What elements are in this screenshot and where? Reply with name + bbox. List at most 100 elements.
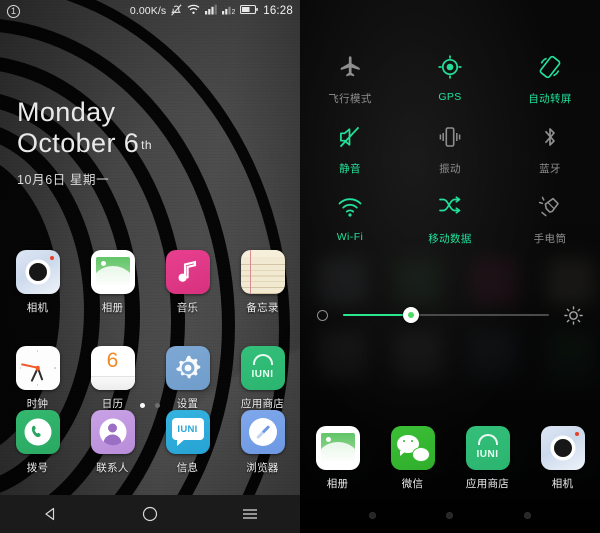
month-day-label: October 6 xyxy=(17,128,140,158)
mobile-data-icon xyxy=(435,192,465,222)
back-button-dimmed[interactable] xyxy=(369,512,377,519)
page-dot[interactable] xyxy=(155,403,160,408)
app-settings[interactable]: 设置 xyxy=(150,346,225,411)
back-triangle-icon[interactable] xyxy=(27,495,73,533)
toggle-label: 自动转屏 xyxy=(528,93,572,105)
toggle-grid: 飞行模式 GPS 自动转屏 静音 振动 蓝牙 Wi-Fi 移动数据 手电筒 xyxy=(300,52,600,262)
toggle-row-3: Wi-Fi 移动数据 手电筒 xyxy=(300,192,600,246)
toggle-label: 移动数据 xyxy=(428,233,472,245)
app-label: 相机 xyxy=(26,302,49,314)
battery-icon xyxy=(240,4,259,18)
signal-sim2-icon: 2 xyxy=(222,4,236,18)
notification-badge-icon: 1 xyxy=(7,4,20,18)
camera-icon[interactable] xyxy=(540,426,585,470)
app-label: 拨号 xyxy=(26,462,49,474)
toggle-mute[interactable]: 静音 xyxy=(300,122,400,176)
brightness-slider-knob[interactable] xyxy=(402,307,419,323)
signal-sim1-icon xyxy=(205,4,218,18)
brightness-slider-fill xyxy=(343,313,411,317)
app-row-2: 时钟 6 日历 设置 IUNI 应用商店 xyxy=(0,346,300,411)
app-calendar[interactable]: 6 日历 xyxy=(75,346,150,411)
app-label: 音乐 xyxy=(176,302,199,314)
toggle-flashlight[interactable]: 手电筒 xyxy=(500,192,600,246)
page-dot-active[interactable] xyxy=(140,403,145,408)
mute-bell-icon xyxy=(171,3,182,19)
camera-icon[interactable] xyxy=(15,250,60,294)
auto-rotate-icon xyxy=(535,52,565,82)
messages-icon[interactable]: IUNI xyxy=(165,410,210,454)
app-row-1: 相机 相册 音乐 备忘录 xyxy=(0,250,300,315)
app-store-brand-label: IUNI xyxy=(251,369,274,380)
quick-settings-dock: 相册 微信 IUNI 应用商店 相机 xyxy=(300,426,600,491)
app-camera[interactable]: 相机 xyxy=(0,250,75,315)
app-music[interactable]: 音乐 xyxy=(150,250,225,315)
app-store-icon[interactable]: IUNI xyxy=(240,346,285,390)
app-store-icon[interactable]: IUNI xyxy=(465,426,510,470)
toggle-label: 飞行模式 xyxy=(328,93,372,105)
app-gallery[interactable]: 相册 xyxy=(300,426,375,491)
browser-compass-icon[interactable] xyxy=(240,410,285,454)
app-label: 信息 xyxy=(176,462,199,474)
wifi-icon xyxy=(335,192,365,222)
gallery-icon[interactable] xyxy=(90,250,135,294)
app-store[interactable]: IUNI 应用商店 xyxy=(225,346,300,411)
app-store-brand-label: IUNI xyxy=(476,449,499,460)
page-indicator[interactable] xyxy=(0,403,300,408)
home-dock: 拨号 联系人 IUNI 信息 浏览器 xyxy=(0,410,300,475)
home-screen-panel: 1 0.00K/s 2 16:28 Monday October 6 th 10… xyxy=(0,0,300,533)
app-gallery[interactable]: 相册 xyxy=(75,250,150,315)
wechat-icon[interactable] xyxy=(390,426,435,470)
svg-text:2: 2 xyxy=(232,9,236,15)
clock-icon[interactable] xyxy=(15,346,60,390)
phone-icon[interactable] xyxy=(15,410,60,454)
home-button-dimmed[interactable] xyxy=(446,512,454,519)
toggle-airplane-mode[interactable]: 飞行模式 xyxy=(300,52,400,106)
app-browser[interactable]: 浏览器 xyxy=(225,410,300,475)
app-wechat[interactable]: 微信 xyxy=(375,426,450,491)
low-brightness-icon xyxy=(317,309,328,321)
dual-screenshot: 1 0.00K/s 2 16:28 Monday October 6 th 10… xyxy=(0,0,600,533)
app-memo[interactable]: 备忘录 xyxy=(225,250,300,315)
airplane-icon xyxy=(335,52,365,82)
settings-gear-icon[interactable] xyxy=(165,346,210,390)
music-icon[interactable] xyxy=(165,250,210,294)
toggle-auto-rotate[interactable]: 自动转屏 xyxy=(500,52,600,106)
dimmed-navigation-bar xyxy=(300,512,600,519)
messages-brand-label: IUNI xyxy=(177,423,198,435)
toggle-row-2: 静音 振动 蓝牙 xyxy=(300,122,600,176)
toggle-wifi[interactable]: Wi-Fi xyxy=(300,192,400,246)
gps-target-icon xyxy=(435,52,465,82)
toggle-mobile-data[interactable]: 移动数据 xyxy=(400,192,500,246)
app-dialer[interactable]: 拨号 xyxy=(0,410,75,475)
memo-icon[interactable] xyxy=(240,250,285,294)
app-label: 备忘录 xyxy=(246,302,279,314)
date-widget[interactable]: Monday October 6 th 10月6日 星期一 xyxy=(17,97,152,188)
toggle-label: Wi-Fi xyxy=(336,231,364,243)
brightness-slider-track[interactable] xyxy=(343,307,549,323)
contacts-icon[interactable] xyxy=(90,410,135,454)
menu-button-dimmed[interactable] xyxy=(523,512,531,519)
gallery-icon[interactable] xyxy=(315,426,360,470)
home-circle-icon[interactable] xyxy=(127,495,173,533)
mute-speaker-icon xyxy=(335,122,365,152)
brightness-control[interactable] xyxy=(300,303,600,327)
toggle-bluetooth[interactable]: 蓝牙 xyxy=(500,122,600,176)
calendar-icon[interactable]: 6 xyxy=(90,346,135,390)
app-grid: 相机 相册 音乐 备忘录 时钟 6 日历 设置 IUNI 应用商店 xyxy=(0,250,300,411)
status-bar: 1 0.00K/s 2 16:28 xyxy=(0,0,300,22)
app-clock[interactable]: 时钟 xyxy=(0,346,75,411)
toggle-vibrate[interactable]: 振动 xyxy=(400,122,500,176)
app-contacts[interactable]: 联系人 xyxy=(75,410,150,475)
toggle-gps[interactable]: GPS xyxy=(400,52,500,106)
ordinal-suffix-label: th xyxy=(141,138,152,152)
dock-row: 相册 微信 IUNI 应用商店 相机 xyxy=(300,426,600,491)
menu-hamburger-icon[interactable] xyxy=(227,495,273,533)
calendar-day-number: 6 xyxy=(106,349,119,372)
toggle-label: 静音 xyxy=(339,163,361,175)
flashlight-icon xyxy=(535,192,565,222)
app-camera[interactable]: 相机 xyxy=(525,426,600,491)
app-label: 浏览器 xyxy=(246,462,279,474)
app-store[interactable]: IUNI 应用商店 xyxy=(450,426,525,491)
app-messages[interactable]: IUNI 信息 xyxy=(150,410,225,475)
toggle-label: GPS xyxy=(438,91,462,103)
